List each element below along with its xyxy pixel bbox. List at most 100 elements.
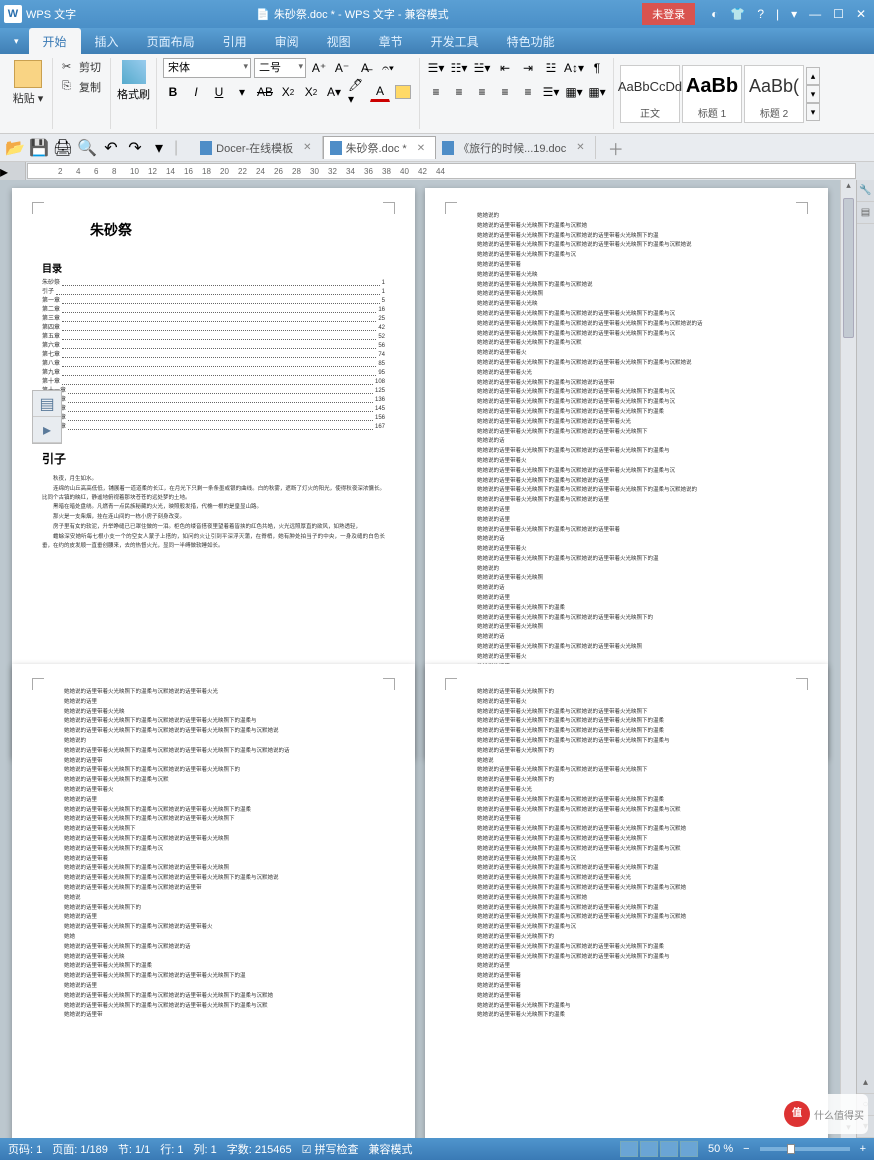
toc-entry[interactable]: 第三章25 (42, 315, 385, 324)
para-spacing-button[interactable]: ☰▾ (541, 82, 561, 102)
task-pane-icon[interactable]: ▤ (857, 202, 874, 224)
toc-entry[interactable]: 引子1 (42, 288, 385, 297)
document-tab[interactable]: Docer-在线模板✕ (194, 136, 322, 159)
toc-entry[interactable]: 第十一章125 (42, 387, 385, 396)
browse-object-icon[interactable]: ○ (857, 1094, 874, 1116)
italic-button[interactable]: I (186, 82, 206, 102)
status-spellcheck[interactable]: ☑ 拼写检查 (302, 1141, 359, 1157)
ruler-corner[interactable]: ▸ (0, 162, 26, 180)
print-icon[interactable]: 🖨 (54, 139, 72, 157)
prev-page-icon[interactable]: ▴ (857, 1072, 874, 1094)
status-column[interactable]: 列: 1 (194, 1141, 217, 1157)
subscript-button[interactable]: X2 (301, 82, 321, 102)
qat-more-icon[interactable]: ▾ (150, 139, 168, 157)
shirt-icon[interactable]: 👕 (730, 7, 745, 21)
menu-tab-1[interactable]: 插入 (81, 28, 133, 54)
toc-entry[interactable]: 第二章16 (42, 306, 385, 315)
cut-button[interactable]: ✂剪切 (59, 58, 104, 76)
align-left-button[interactable]: ≡ (426, 82, 446, 102)
toolbox-icon[interactable]: 🔧 (857, 180, 874, 202)
next-page-icon[interactable]: ▾ (857, 1116, 874, 1138)
styles-down-button[interactable]: ▾ (806, 85, 820, 103)
page-3[interactable]: 她她说的话里带着火光映照下的温柔与沉默她说的话里带着火光 她她说的话里 她她说的… (12, 664, 415, 1138)
zoom-in-button[interactable]: + (860, 1143, 866, 1155)
menu-tab-3[interactable]: 引用 (209, 28, 261, 54)
style-item[interactable]: AaBbCcDd正文 (620, 65, 680, 123)
file-menu[interactable] (0, 36, 29, 47)
style-item[interactable]: AaBb(标题 2 (744, 65, 804, 123)
underline-button[interactable]: U (209, 82, 229, 102)
toc-entry[interactable]: 第一章5 (42, 297, 385, 306)
font-size-combo[interactable]: 二号 (254, 58, 306, 78)
view-print-button[interactable] (620, 1141, 638, 1157)
status-word-count[interactable]: 字数: 215465 (227, 1141, 292, 1157)
scroll-up-button[interactable]: ▴ (841, 180, 856, 196)
close-tab-icon[interactable]: ✕ (576, 142, 584, 153)
status-page-number[interactable]: 页码: 1 (8, 1141, 42, 1157)
toc-entry[interactable]: 第九章95 (42, 369, 385, 378)
align-center-button[interactable]: ≡ (449, 82, 469, 102)
toc-entry[interactable]: 第十四章156 (42, 414, 385, 423)
paste-button[interactable]: 粘贴 ▾ (10, 58, 46, 106)
preview-icon[interactable]: 🔍 (78, 139, 96, 157)
close-tab-icon[interactable]: ✕ (417, 143, 425, 154)
skin-icon[interactable]: ◐ (711, 7, 718, 21)
nav-outline-icon[interactable]: ▤ (33, 391, 61, 417)
clear-format-button[interactable]: A̶ (355, 58, 375, 78)
menu-tab-7[interactable]: 开发工具 (417, 28, 493, 54)
view-web-button[interactable] (660, 1141, 678, 1157)
document-tab[interactable]: 朱砂祭.doc *✕ (323, 136, 437, 159)
menu-tab-8[interactable]: 特色功能 (493, 28, 569, 54)
font-name-combo[interactable]: 宋体 (163, 58, 251, 78)
menu-tab-6[interactable]: 章节 (365, 28, 417, 54)
close-button[interactable]: ✕ (856, 7, 866, 21)
zoom-slider[interactable] (760, 1147, 850, 1151)
scroll-down-button[interactable]: ▾ (841, 1122, 856, 1138)
toc-entry[interactable]: 第八章85 (42, 360, 385, 369)
save-icon[interactable]: 💾 (30, 139, 48, 157)
menu-tab-4[interactable]: 审阅 (261, 28, 313, 54)
zoom-percent[interactable]: 50 % (708, 1143, 733, 1155)
login-status[interactable]: 未登录 (642, 3, 695, 25)
format-painter-button[interactable]: 格式刷 (117, 58, 150, 102)
justify-button[interactable]: ≡ (495, 82, 515, 102)
bullets-button[interactable]: ☰▾ (426, 58, 446, 78)
status-line[interactable]: 行: 1 (160, 1141, 183, 1157)
zoom-handle[interactable] (787, 1144, 795, 1154)
increase-indent-button[interactable]: ⇥ (518, 58, 538, 78)
toc-entry[interactable]: 第五章52 (42, 333, 385, 342)
maximize-button[interactable]: ☐ (833, 7, 844, 21)
show-marks-button[interactable]: ¶ (587, 58, 607, 78)
distribute-button[interactable]: ≡ (518, 82, 538, 102)
text-effect-button[interactable]: A▾ (324, 82, 344, 102)
shading-button[interactable]: ▦▾ (564, 82, 584, 102)
numbering-button[interactable]: ☷▾ (449, 58, 469, 78)
zoom-out-button[interactable]: − (743, 1143, 749, 1155)
view-outline-button[interactable] (640, 1141, 658, 1157)
vertical-scrollbar[interactable]: ▴ ▾ (840, 180, 856, 1138)
dropdown-icon[interactable]: ▾ (232, 82, 252, 102)
superscript-button[interactable]: X2 (278, 82, 298, 102)
close-tab-icon[interactable]: ✕ (303, 142, 311, 153)
caret-down-icon[interactable]: ▾ (791, 7, 797, 21)
line-spacing-button[interactable]: A↕▾ (564, 58, 584, 78)
page-4[interactable]: 她她说的话里带着火光映照下的 她她说的话里带着火 她她说的话里带着火光映照下的温… (425, 664, 828, 1138)
toc-entry[interactable]: 第七章74 (42, 351, 385, 360)
undo-icon[interactable]: ↶ (102, 139, 120, 157)
char-shading-button[interactable] (393, 82, 413, 102)
redo-icon[interactable]: ↷ (126, 139, 144, 157)
menu-tab-2[interactable]: 页面布局 (133, 28, 209, 54)
styles-more-button[interactable]: ▾ (806, 103, 820, 121)
toc-entry[interactable]: 第十二章136 (42, 396, 385, 405)
status-page-count[interactable]: 页面: 1/189 (52, 1141, 108, 1157)
font-color-button[interactable]: A (370, 82, 390, 102)
menu-tab-0[interactable]: 开始 (29, 28, 81, 54)
increase-font-button[interactable]: A⁺ (309, 58, 329, 78)
highlight-button[interactable]: 🖊▾ (347, 82, 367, 102)
toc-entry[interactable]: 第六章56 (42, 342, 385, 351)
strikethrough-button[interactable]: AB (255, 82, 275, 102)
toc-entry[interactable]: 第四章42 (42, 324, 385, 333)
status-section[interactable]: 节: 1/1 (118, 1141, 150, 1157)
horizontal-ruler[interactable]: 2468101214161820222426283032343638404244 (27, 163, 856, 179)
toc-entry[interactable]: 第十章108 (42, 378, 385, 387)
